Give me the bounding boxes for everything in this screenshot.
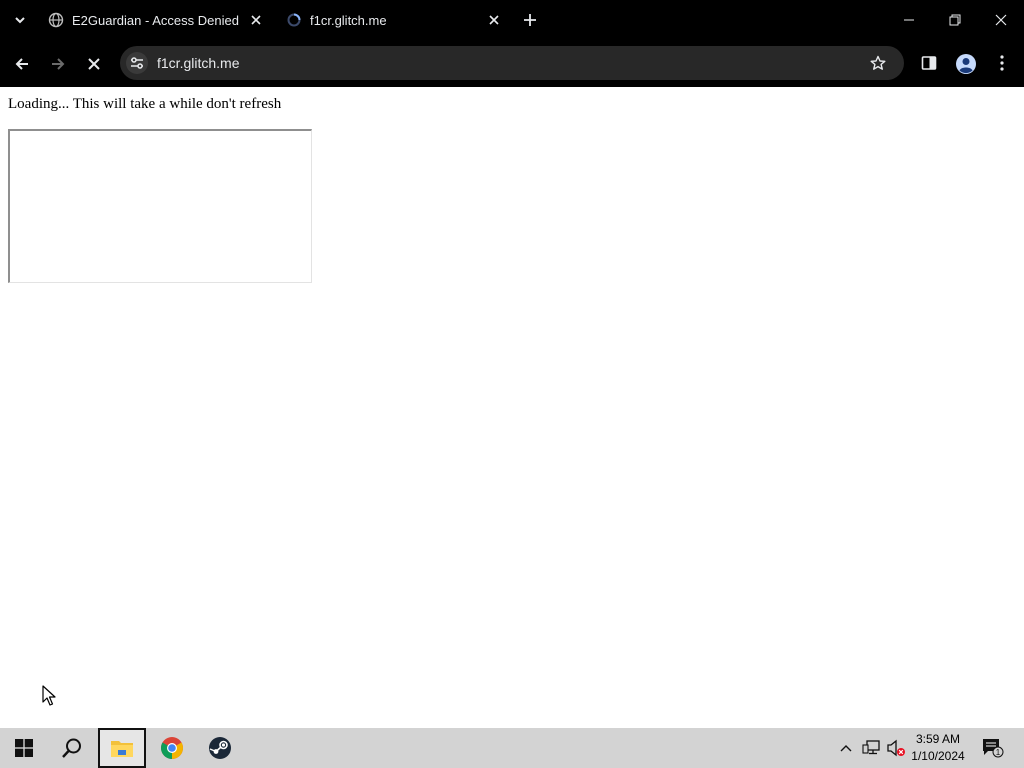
browser-toolbar: f1cr.glitch.me — [0, 40, 1024, 87]
tab-title: f1cr.glitch.me — [310, 12, 387, 28]
loading-message: Loading... This will take a while don't … — [8, 96, 282, 112]
arrow-left-icon — [15, 58, 28, 70]
mouse-cursor-icon — [42, 685, 56, 706]
notification-count: 1 — [996, 748, 1001, 757]
stop-loading-button[interactable] — [80, 50, 108, 78]
chevron-up-icon — [840, 745, 852, 752]
profile-button[interactable] — [954, 52, 978, 76]
taskbar: 3:59 AM 1/10/2024 1 — [0, 728, 1024, 768]
taskbar-steam[interactable] — [196, 728, 244, 768]
loading-spinner-icon — [286, 12, 302, 28]
restore-icon — [949, 14, 961, 26]
tab-strip: E2Guardian - Access Denied f1cr.glitch.m… — [0, 0, 1024, 40]
plus-icon — [524, 14, 536, 26]
chevron-down-icon — [15, 17, 25, 24]
restore-button[interactable] — [932, 0, 978, 40]
star-icon[interactable] — [868, 53, 888, 73]
forward-button[interactable] — [44, 50, 72, 78]
back-button[interactable] — [8, 50, 36, 78]
clock-date: 1/10/2024 — [911, 749, 965, 763]
close-icon — [995, 14, 1007, 26]
folder-icon — [111, 741, 133, 757]
side-panel-button[interactable] — [918, 52, 940, 74]
tune-icon[interactable] — [126, 52, 148, 74]
taskbar-search-button[interactable] — [48, 728, 96, 768]
web-page: Loading... This will take a while don't … — [0, 87, 1024, 728]
volume-muted-icon[interactable] — [886, 739, 906, 757]
address-bar[interactable]: f1cr.glitch.me — [120, 46, 904, 80]
tab-e2guardian[interactable]: E2Guardian - Access Denied — [48, 4, 268, 36]
show-hidden-icons-button[interactable] — [838, 740, 854, 756]
tab-close-icon[interactable] — [486, 12, 502, 28]
steam-icon — [209, 737, 231, 759]
clock-time: 3:59 AM — [915, 732, 961, 746]
windows-logo-icon — [15, 739, 33, 757]
close-icon — [88, 58, 100, 70]
close-window-button[interactable] — [978, 0, 1024, 40]
globe-icon — [48, 12, 64, 28]
search-icon — [62, 738, 81, 758]
tab-close-icon[interactable] — [248, 12, 264, 28]
tab-search-button[interactable] — [8, 8, 32, 32]
chrome-icon — [161, 737, 183, 759]
side-panel-icon — [921, 56, 937, 70]
kebab-menu-icon — [1000, 55, 1004, 71]
action-center-icon[interactable]: 1 — [982, 738, 1004, 758]
minimize-button[interactable] — [886, 0, 932, 40]
start-button[interactable] — [0, 728, 48, 768]
tab-title: E2Guardian - Access Denied — [72, 12, 239, 28]
embedded-frame[interactable] — [8, 129, 312, 283]
tab-f1cr[interactable]: f1cr.glitch.me — [286, 4, 506, 36]
browser-menu-button[interactable] — [992, 52, 1012, 74]
minimize-icon — [904, 19, 914, 21]
taskbar-clock[interactable]: 3:59 AM 1/10/2024 — [908, 731, 968, 765]
taskbar-file-explorer[interactable] — [98, 728, 146, 768]
arrow-right-icon — [52, 58, 65, 70]
network-icon[interactable] — [862, 739, 880, 757]
avatar-icon — [956, 54, 976, 74]
taskbar-chrome[interactable] — [148, 728, 196, 768]
new-tab-button[interactable] — [520, 10, 540, 30]
address-text[interactable]: f1cr.glitch.me — [157, 55, 239, 71]
